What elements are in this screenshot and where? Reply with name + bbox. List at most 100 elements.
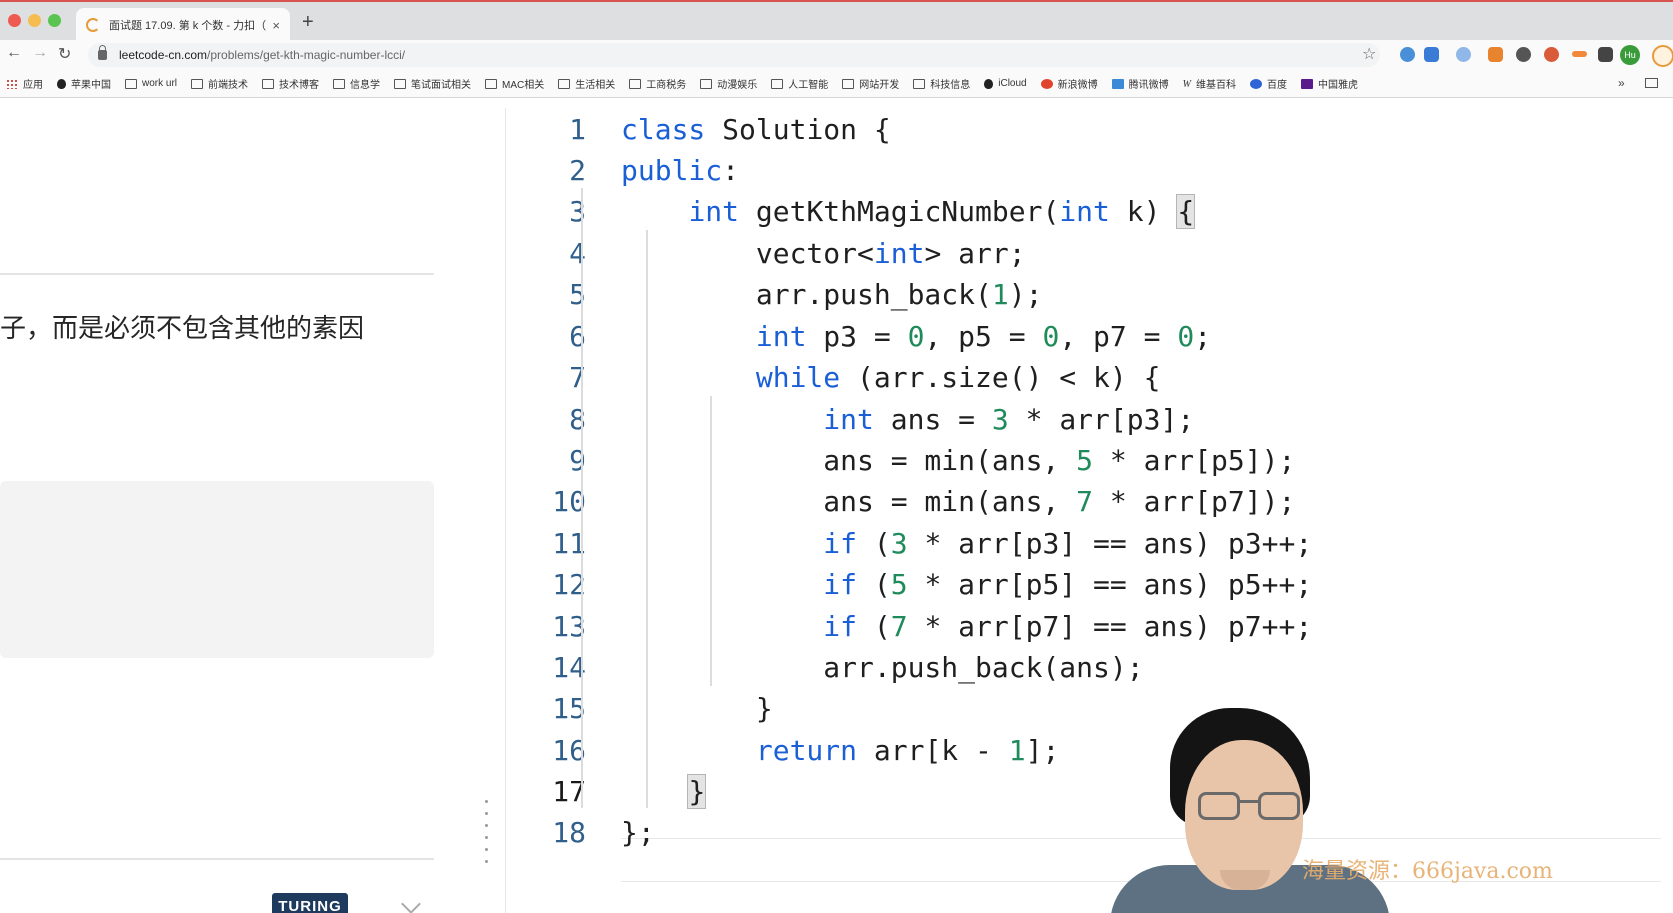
code-text: getKthMagicNumber(	[739, 195, 1060, 228]
bookmark-tencent-weibo[interactable]: 腾讯微博	[1111, 76, 1169, 91]
line-number: 1	[569, 113, 586, 146]
code-text: ans = min(ans,	[621, 485, 1077, 518]
tencent-weibo-icon	[1111, 78, 1124, 89]
bookmark-ai[interactable]: 人工智能	[771, 76, 828, 91]
code-line[interactable]: class Solution {	[621, 108, 891, 152]
code-text: ans =	[873, 403, 992, 436]
section-divider	[0, 273, 434, 275]
back-arrow-icon[interactable]: ←	[6, 44, 22, 62]
bookmark-star-icon[interactable]: ☆	[1362, 44, 1376, 64]
folder-icon	[262, 78, 275, 89]
code-line[interactable]: ans = min(ans, 5 * arr[p5]);	[621, 439, 1295, 483]
line-number: 15	[552, 692, 586, 725]
folder-icon	[913, 78, 926, 89]
bookmark-work-url[interactable]: work url	[125, 78, 177, 89]
close-window-button[interactable]	[8, 14, 21, 27]
glasses-bridge	[1240, 800, 1258, 803]
bookmark-tax[interactable]: 工商税务	[629, 76, 686, 91]
browser-tab-active[interactable]: 面试题 17.09. 第 k 个数 - 力扣（ ×	[76, 8, 290, 42]
code-line[interactable]: vector<int> arr;	[621, 232, 1026, 276]
code-text: * arr[p3] == ans) p3++;	[907, 527, 1313, 560]
bookmark-baidu[interactable]: 百度	[1249, 76, 1287, 91]
bookmark-icloud[interactable]: iCloud	[984, 78, 1027, 89]
code-text: vector<	[621, 237, 874, 270]
panel-resize-handle[interactable]	[485, 800, 489, 900]
new-tab-button[interactable]: +	[302, 11, 314, 34]
bookmark-wikipedia[interactable]: W 维基百科	[1183, 76, 1236, 92]
code-line[interactable]: int ans = 3 * arr[p3];	[621, 398, 1194, 442]
bookmarks-overflow-button[interactable]: »	[1618, 76, 1625, 90]
extension-fox-icon[interactable]	[1488, 47, 1503, 62]
code-text: arr[k -	[857, 734, 1009, 767]
code-number: 1	[991, 278, 1009, 311]
code-line[interactable]: arr.push_back(ans);	[621, 646, 1144, 690]
address-bar[interactable]: leetcode-cn.com/problems/get-kth-magic-n…	[88, 43, 1380, 67]
extension-globe-icon[interactable]	[1456, 47, 1471, 62]
code-line[interactable]: if (5 * arr[p5] == ans) p5++;	[621, 563, 1312, 607]
folder-icon	[771, 78, 784, 89]
bookmark-mac[interactable]: MAC相关	[485, 76, 544, 91]
code-line[interactable]: int p3 = 0, p5 = 0, p7 = 0;	[621, 315, 1211, 359]
matched-bracket: {	[1176, 194, 1196, 229]
glasses-icon	[1258, 792, 1300, 820]
bookmark-frontend[interactable]: 前端技术	[191, 76, 248, 91]
code-line[interactable]: };	[621, 811, 655, 855]
bookmark-tech-blog[interactable]: 技术博客	[262, 76, 319, 91]
code-line[interactable]: while (arr.size() < k) {	[621, 356, 1161, 400]
weibo-icon	[1040, 78, 1053, 89]
code-line[interactable]: }	[621, 687, 773, 731]
yahoo-icon	[1300, 78, 1313, 89]
code-line[interactable]: int getKthMagicNumber(int k) {	[621, 190, 1196, 234]
extension-compass-icon[interactable]	[1400, 47, 1415, 62]
reload-icon[interactable]: ↻	[58, 44, 71, 64]
code-line[interactable]: if (3 * arr[p3] == ans) p3++;	[621, 522, 1312, 566]
maximize-window-button[interactable]	[48, 14, 61, 27]
code-line[interactable]: }	[621, 770, 707, 814]
bookmark-sina-weibo[interactable]: 新浪微博	[1040, 76, 1098, 91]
minimize-window-button[interactable]	[28, 14, 41, 27]
forward-arrow-icon[interactable]: →	[32, 44, 48, 62]
profile-avatar[interactable]: Hu	[1620, 45, 1640, 65]
bookmark-tech-news[interactable]: 科技信息	[913, 76, 970, 91]
extension-red-icon[interactable]	[1544, 47, 1559, 62]
code-line[interactable]: arr.push_back(1);	[621, 273, 1043, 317]
folder-icon	[842, 78, 855, 89]
bookmark-apple-china[interactable]: 苹果中国	[57, 76, 111, 91]
code-line[interactable]: if (7 * arr[p7] == ans) p7++;	[621, 605, 1312, 649]
example-box	[0, 481, 434, 658]
code-line[interactable]: public:	[621, 149, 739, 193]
folder-icon	[558, 78, 571, 89]
bookmark-yahoo-china[interactable]: 中国雅虎	[1300, 76, 1358, 91]
extension-off-icon[interactable]	[1424, 47, 1439, 62]
extension-orange-icon[interactable]	[1572, 51, 1587, 57]
tab-close-icon[interactable]: ×	[272, 18, 280, 33]
line-number: 11	[552, 527, 586, 560]
bookmark-interview[interactable]: 笔试面试相关	[394, 76, 471, 91]
code-text: );	[1008, 278, 1043, 311]
code-text: (	[857, 527, 891, 560]
extension-eye-icon[interactable]	[1516, 47, 1531, 62]
secondary-profile-icon[interactable]	[1652, 45, 1673, 67]
code-line[interactable]: return arr[k - 1];	[621, 729, 1059, 773]
code-number: 0	[907, 320, 925, 353]
bookmark-life[interactable]: 生活相关	[558, 76, 615, 91]
bookmark-web-dev[interactable]: 网站开发	[842, 76, 899, 91]
code-line[interactable]: ans = min(ans, 7 * arr[p7]);	[621, 480, 1295, 524]
code-keyword: int	[873, 237, 925, 270]
code-text: , p7 =	[1059, 320, 1178, 353]
line-number: 12	[552, 568, 586, 601]
code-text: * arr[p3];	[1008, 403, 1195, 436]
bookmark-informatics[interactable]: 信息学	[333, 76, 380, 91]
code-text: * arr[p7] == ans) p7++;	[907, 610, 1313, 643]
code-editor[interactable]: 1 2 3 4 5 6 7 8 9 10 11 12 13 14 15 16 1…	[505, 108, 1673, 913]
extensions-puzzle-icon[interactable]	[1598, 47, 1613, 62]
code-number: 3	[890, 527, 908, 560]
line-number: 6	[569, 320, 586, 353]
bookmark-anime[interactable]: 动漫娱乐	[700, 76, 757, 91]
folder-icon	[191, 78, 204, 89]
bookmark-apps[interactable]: 应用	[6, 76, 43, 91]
code-text: arr.push_back(ans);	[621, 651, 1144, 684]
other-bookmarks-folder-icon[interactable]	[1645, 78, 1658, 88]
